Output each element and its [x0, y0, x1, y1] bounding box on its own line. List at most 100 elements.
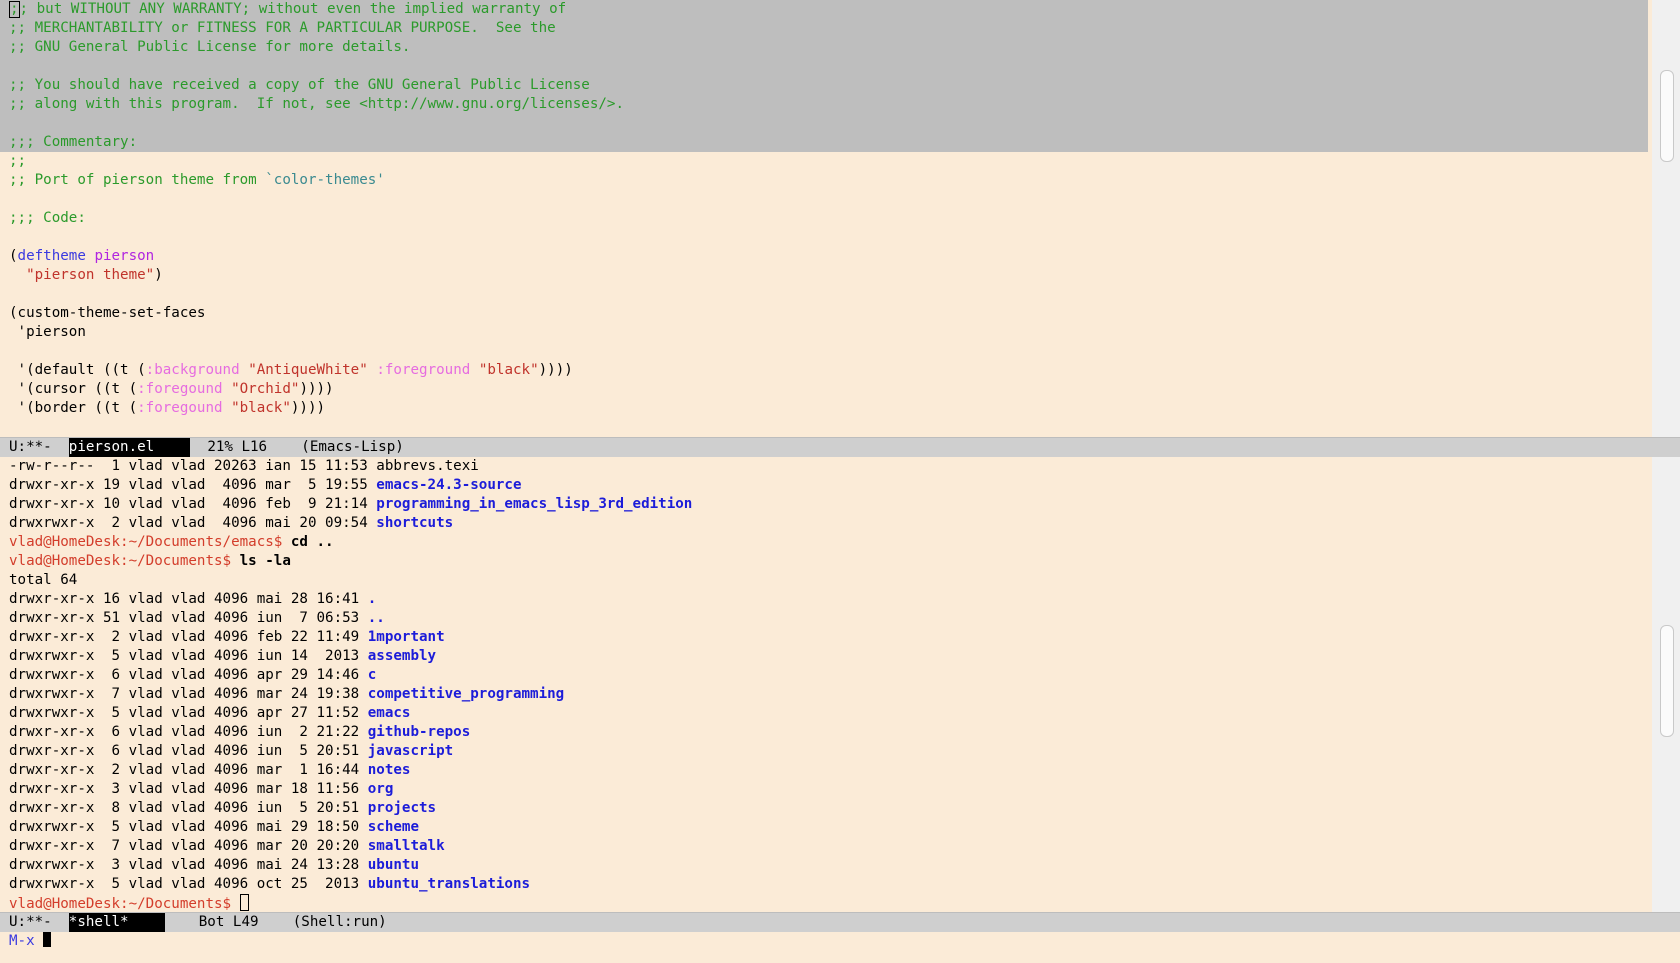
directory-name[interactable]: notes — [368, 762, 411, 778]
shell-line: drwxr-xr-x 8 vlad vlad 4096 iun 5 20:51 … — [0, 799, 1680, 818]
keyword-arg-token: :background — [145, 362, 240, 378]
directory-name[interactable]: ubuntu_translations — [368, 876, 530, 892]
shell-line: vlad@HomeDesk:~/Documents/emacs$ cd .. — [0, 533, 1680, 552]
code-line — [0, 114, 1648, 133]
shell-scrollbar[interactable] — [1652, 457, 1680, 912]
function-name-token: pierson — [94, 248, 155, 264]
shell-line: drwxr-xr-x 6 vlad vlad 4096 iun 2 21:22 … — [0, 723, 1680, 742]
text-cursor — [43, 932, 52, 947]
code-line: ;; — [0, 152, 1680, 171]
file-name[interactable]: abbrevs.texi — [376, 458, 479, 474]
code-line: '(default ((t (:background "AntiqueWhite… — [9, 362, 573, 378]
shell-line: drwxr-xr-x 16 vlad vlad 4096 mai 28 16:4… — [0, 590, 1680, 609]
text-cursor — [239, 894, 249, 911]
file-listing-info: total 64 — [9, 572, 78, 588]
shell-scroll-thumb[interactable] — [1660, 625, 1674, 737]
file-listing-info: drwxrwxr-x 5 vlad vlad 4096 oct 25 2013 — [9, 876, 368, 892]
code-line: ;;; Commentary: — [0, 133, 1648, 152]
directory-name[interactable]: shortcuts — [376, 515, 453, 531]
shell-line: drwxr-xr-x 10 vlad vlad 4096 feb 9 21:14… — [0, 495, 1680, 514]
mode-line-major-mode[interactable]: (Emacs-Lisp) — [301, 439, 404, 455]
shell-prompt: vlad@HomeDesk:~/Documents/emacs$ — [9, 534, 291, 550]
minibuffer[interactable]: M-x — [0, 932, 1680, 951]
comment-text: ;;; Code: — [9, 210, 86, 226]
directory-name[interactable]: emacs-24.3-source — [376, 477, 521, 493]
comment-text: ;; You should have received a copy of th… — [9, 77, 590, 93]
directory-name[interactable]: 1mportant — [368, 629, 445, 645]
directory-name[interactable]: emacs — [368, 705, 411, 721]
directory-name[interactable]: .. — [368, 610, 385, 626]
string-token: "black" — [231, 400, 291, 416]
file-listing-info: drwxrwxr-x 5 vlad vlad 4096 mai 29 18:50 — [9, 819, 368, 835]
shell-line: drwxrwxr-x 7 vlad vlad 4096 mar 24 19:38… — [0, 685, 1680, 704]
comment-text: ;; — [9, 153, 27, 169]
mode-line-major-mode[interactable]: (Shell:run) — [293, 914, 387, 930]
code-line: ;; but WITHOUT ANY WARRANTY; without eve… — [0, 0, 1648, 19]
comment-text: ;; GNU General Public License for more d… — [9, 39, 411, 55]
comment-text: ;;; Commentary: — [9, 134, 138, 150]
comment-text: ;; MERCHANTABILITY or FITNESS FOR A PART… — [9, 20, 556, 36]
file-listing-info: drwxr-xr-x 6 vlad vlad 4096 iun 2 21:22 — [9, 724, 368, 740]
shell-line: vlad@HomeDesk:~/Documents$ ls -la — [0, 552, 1680, 571]
shell-line: drwxrwxr-x 5 vlad vlad 4096 iun 14 2013 … — [0, 647, 1680, 666]
keyword-arg-token: :foreground — [376, 362, 471, 378]
shell-line: drwxrwxr-x 2 vlad vlad 4096 mai 20 09:54… — [0, 514, 1680, 533]
shell-pane[interactable]: -rw-r--r-- 1 vlad vlad 20263 ian 15 11:5… — [0, 457, 1680, 912]
shell-line: drwxr-xr-x 7 vlad vlad 4096 mar 20 20:20… — [0, 837, 1680, 856]
shell-line: drwxrwxr-x 5 vlad vlad 4096 oct 25 2013 … — [0, 875, 1680, 894]
editor-pane[interactable]: ;; but WITHOUT ANY WARRANTY; without eve… — [0, 0, 1680, 438]
directory-name[interactable]: org — [368, 781, 394, 797]
mode-line-buffer-name[interactable]: *shell* — [68, 913, 165, 932]
string-token: "AntiqueWhite" — [248, 362, 368, 378]
shell-line: drwxr-xr-x 51 vlad vlad 4096 iun 7 06:53… — [0, 609, 1680, 628]
comment-text: ;; along with this program. If not, see … — [9, 96, 624, 112]
mode-line-position: Bot L49 — [198, 914, 259, 930]
file-listing-info: drwxrwxr-x 2 vlad vlad 4096 mai 20 09:54 — [9, 515, 377, 531]
directory-name[interactable]: . — [368, 591, 377, 607]
directory-name[interactable]: competitive_programming — [368, 686, 564, 702]
file-listing-info: drwxr-xr-x 3 vlad vlad 4096 mar 18 11:56 — [9, 781, 368, 797]
file-listing-info: -rw-r--r-- 1 vlad vlad 20263 ian 15 11:5… — [9, 458, 377, 474]
directory-name[interactable]: assembly — [368, 648, 436, 664]
shell-line: drwxrwxr-x 5 vlad vlad 4096 mai 29 18:50… — [0, 818, 1680, 837]
code-line: ;; GNU General Public License for more d… — [0, 38, 1648, 57]
shell-command: cd .. — [290, 534, 334, 550]
directory-name[interactable]: github-repos — [368, 724, 471, 740]
file-listing-info: drwxr-xr-x 16 vlad vlad 4096 mai 28 16:4… — [9, 591, 368, 607]
file-listing-info: drwxrwxr-x 6 vlad vlad 4096 apr 29 14:46 — [9, 667, 368, 683]
shell-line: drwxr-xr-x 6 vlad vlad 4096 iun 5 20:51 … — [0, 742, 1680, 761]
directory-name[interactable]: scheme — [368, 819, 419, 835]
file-listing-info: drwxr-xr-x 7 vlad vlad 4096 mar 20 20:20 — [9, 838, 368, 854]
editor-scroll-thumb[interactable] — [1660, 70, 1674, 162]
code-line: 'pierson — [0, 323, 1680, 342]
code-line — [0, 57, 1648, 76]
directory-name[interactable]: c — [368, 667, 377, 683]
shell-line: total 64 — [0, 571, 1680, 590]
file-listing-info: drwxrwxr-x 5 vlad vlad 4096 apr 27 11:52 — [9, 705, 368, 721]
mode-line-buffer-name[interactable]: pierson.el — [68, 438, 191, 457]
editor-scrollbar[interactable] — [1652, 0, 1680, 438]
code-line: (custom-theme-set-faces — [0, 304, 1680, 323]
string-token: "black" — [478, 362, 539, 378]
code-text: 'pierson — [9, 324, 86, 340]
directory-name[interactable]: ubuntu — [368, 857, 419, 873]
shell-line: drwxrwxr-x 3 vlad vlad 4096 mai 24 13:28… — [0, 856, 1680, 875]
shell-line: drwxr-xr-x 2 vlad vlad 4096 feb 22 11:49… — [0, 628, 1680, 647]
file-listing-info: drwxr-xr-x 10 vlad vlad 4096 feb 9 21:14 — [9, 496, 377, 512]
directory-name[interactable]: smalltalk — [368, 838, 445, 854]
mode-line-status: U:**- — [9, 439, 69, 455]
directory-name[interactable]: programming_in_emacs_lisp_3rd_edition — [376, 496, 692, 512]
editor-mode-line: U:**- pierson.el 21% L16 (Emacs-Lisp) — [0, 437, 1680, 458]
directory-name[interactable]: javascript — [368, 743, 453, 759]
directory-name[interactable]: projects — [368, 800, 436, 816]
shell-line: vlad@HomeDesk:~/Documents$ — [0, 894, 1680, 912]
string-token: "Orchid" — [231, 381, 300, 397]
code-line: "pierson theme") — [26, 267, 163, 283]
file-listing-info: drwxrwxr-x 5 vlad vlad 4096 iun 14 2013 — [9, 648, 368, 664]
code-text: (custom-theme-set-faces — [9, 305, 206, 321]
quoted-reference: `color-themes' — [265, 172, 385, 188]
